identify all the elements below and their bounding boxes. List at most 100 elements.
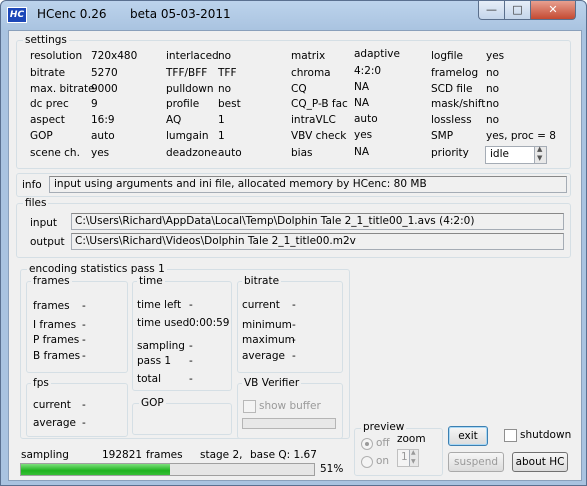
shutdown-label: shutdown xyxy=(520,429,572,441)
stat-label: P frames xyxy=(33,334,80,346)
stat-label: I frames xyxy=(33,319,77,331)
shutdown-checkbox[interactable] xyxy=(504,429,517,442)
output-label: output xyxy=(30,236,65,248)
zoom-arrows-icon[interactable]: ▲ ▼ xyxy=(409,449,418,466)
setting-label: AQ xyxy=(166,114,182,126)
stat-value: - xyxy=(82,300,86,312)
preview-on-radio[interactable] xyxy=(361,456,373,468)
setting-value: 4:2:0 xyxy=(354,65,382,77)
setting-value: no xyxy=(486,98,500,110)
setting-value: NA xyxy=(354,81,370,93)
setting-value: no xyxy=(486,83,500,95)
setting-value: no xyxy=(486,67,500,79)
encoding-stats-title: encoding statistics pass 1 xyxy=(27,263,167,275)
suspend-button[interactable]: suspend xyxy=(448,452,504,472)
stat-value: - xyxy=(82,399,86,411)
setting-label: lossless xyxy=(431,114,472,126)
client-area: settings resolution 720x480 bitrate 5270… xyxy=(8,30,582,481)
show-buffer-checkbox[interactable] xyxy=(243,400,256,413)
stat-value: - xyxy=(82,350,86,362)
setting-label: GOP xyxy=(30,130,53,142)
progress-bar xyxy=(20,463,315,476)
close-button[interactable]: ✕ xyxy=(530,1,576,20)
maximize-button[interactable]: □ xyxy=(504,1,531,20)
spin-arrows-icon[interactable]: ▲ ▼ xyxy=(534,145,546,163)
setting-value: yes xyxy=(486,50,505,62)
stat-label: average xyxy=(242,350,285,362)
setting-label: SCD file xyxy=(431,83,473,95)
maximize-icon: □ xyxy=(512,3,523,16)
status-phase: sampling xyxy=(21,449,69,461)
stat-label: total xyxy=(137,373,162,385)
setting-label: priority xyxy=(431,147,469,159)
setting-value: yes xyxy=(354,129,373,141)
stat-value: - xyxy=(292,319,296,331)
window-title: HCenc 0.26 xyxy=(37,7,107,21)
stat-label: frames xyxy=(33,300,70,312)
priority-select[interactable]: idle ▲ ▼ xyxy=(485,145,547,164)
zoom-spinner[interactable]: 1 ▲ ▼ xyxy=(397,449,419,467)
setting-value: 1 xyxy=(218,114,225,126)
info-text: input using arguments and ini file, allo… xyxy=(54,178,427,190)
preview-off-label: off xyxy=(376,437,390,449)
stat-label: pass 1 xyxy=(137,355,172,367)
gop-group-title: GOP xyxy=(139,397,166,409)
status-stage: stage 2, xyxy=(200,449,243,461)
setting-value: no xyxy=(218,50,232,62)
preview-on-label: on xyxy=(376,455,390,467)
gop-group: GOP xyxy=(132,397,232,435)
setting-label: SMP xyxy=(431,130,454,142)
stat-label: maximum xyxy=(242,334,295,346)
fps-group-title: fps xyxy=(31,377,51,389)
about-button[interactable]: about HC xyxy=(512,452,568,472)
stat-value: - xyxy=(189,373,193,385)
zoom-label: zoom xyxy=(397,433,426,445)
setting-value: 9000 xyxy=(91,83,118,95)
setting-label: bias xyxy=(291,147,313,159)
setting-value: best xyxy=(218,98,241,110)
title-bar[interactable]: HC HCenc 0.26 beta 05-03-2011 — □ ✕ xyxy=(1,1,586,29)
stat-value: - xyxy=(189,299,193,311)
stat-value: - xyxy=(189,340,193,352)
setting-label: lumgain xyxy=(166,130,209,142)
setting-value: no xyxy=(218,83,232,95)
output-file-path: C:\Users\Richard\Videos\Dolphin Tale 2_1… xyxy=(75,235,356,247)
setting-value: yes xyxy=(91,147,110,159)
minimize-icon: — xyxy=(486,3,497,16)
stat-label: time used xyxy=(137,317,190,329)
vb-verifier-title: VB Verifier xyxy=(242,377,302,389)
setting-label: CQ xyxy=(291,83,307,95)
output-file-box: C:\Users\Richard\Videos\Dolphin Tale 2_1… xyxy=(71,233,564,250)
stat-value: - xyxy=(82,417,86,429)
preview-off-radio[interactable] xyxy=(361,438,373,450)
hcenc-window: HC HCenc 0.26 beta 05-03-2011 — □ ✕ sett… xyxy=(0,0,587,486)
progress-fill xyxy=(21,464,171,475)
setting-value: 1 xyxy=(218,130,225,142)
setting-label: profile xyxy=(166,98,200,110)
stat-value: - xyxy=(82,334,86,346)
stat-label: time left xyxy=(137,299,182,311)
input-file-box: C:\Users\Richard\AppData\Local\Temp\Dolp… xyxy=(71,213,564,230)
files-group-title: files xyxy=(23,197,49,209)
time-group-title: time xyxy=(137,275,165,287)
exit-button[interactable]: exit xyxy=(448,426,488,446)
setting-label: framelog xyxy=(431,67,479,79)
stat-value: - xyxy=(82,319,86,331)
setting-value: auto xyxy=(218,147,242,159)
hc-logo: HC xyxy=(7,7,27,23)
setting-value: NA xyxy=(354,97,370,109)
zoom-value: 1 xyxy=(401,451,408,463)
stat-label: B frames xyxy=(33,350,81,362)
setting-label: max. bitrate xyxy=(30,83,95,95)
setting-label: chroma xyxy=(291,67,331,79)
setting-label: intraVLC xyxy=(291,114,336,126)
stat-label: current xyxy=(33,399,71,411)
show-buffer-label: show buffer xyxy=(259,400,321,412)
minimize-button[interactable]: — xyxy=(478,1,505,20)
setting-label: scene ch. xyxy=(30,147,80,159)
status-frames-label: frames xyxy=(146,449,183,461)
setting-label: resolution xyxy=(30,50,83,62)
info-label: info xyxy=(22,179,42,191)
setting-label: matrix xyxy=(291,50,326,62)
setting-label: bitrate xyxy=(30,67,66,79)
